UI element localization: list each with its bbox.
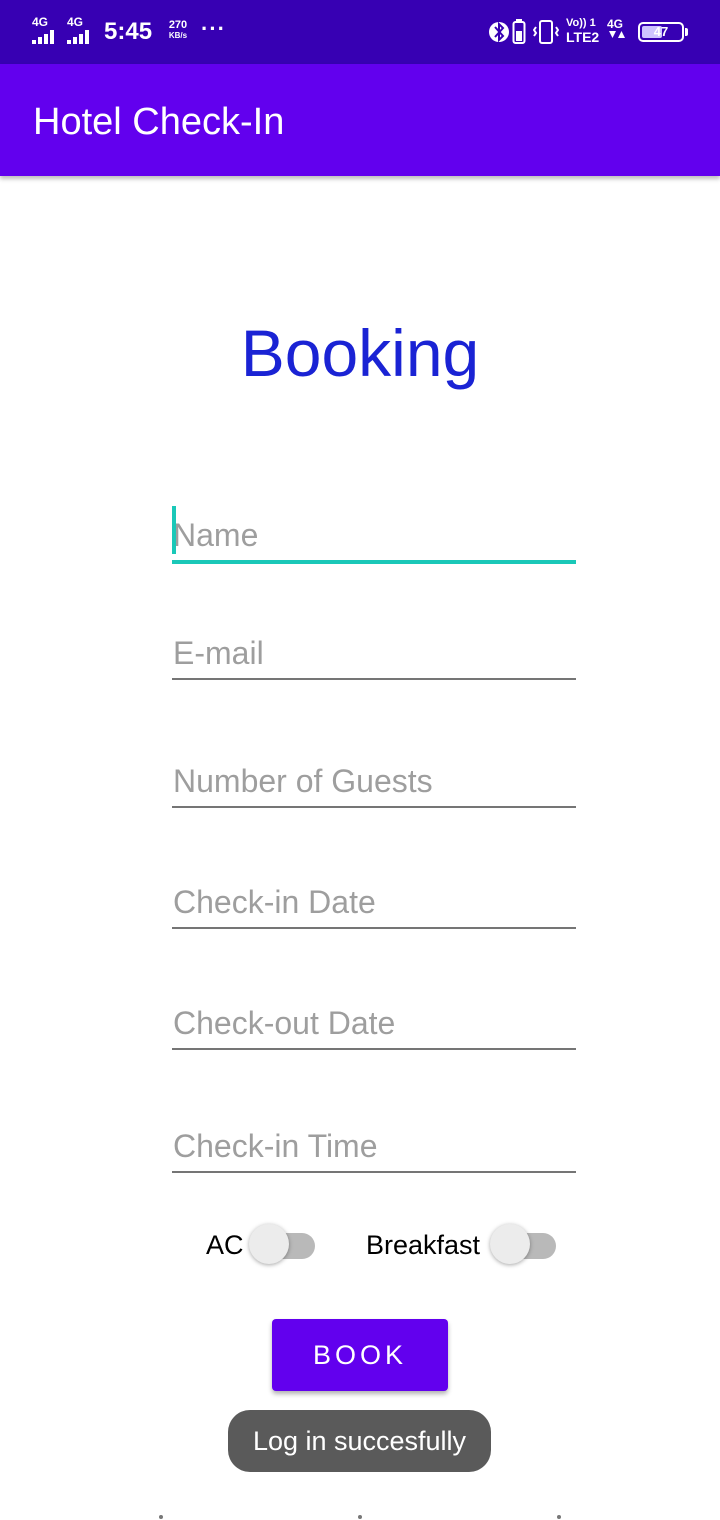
volte-label: Vo)) 1 [566,17,596,29]
email-field-placeholder: E-mail [173,635,264,671]
checkin-time-field-underline [172,1171,576,1173]
network-speed-value: 270 [168,19,188,31]
ac-switch[interactable] [249,1224,317,1268]
email-field-underline [172,678,576,680]
status-bar: 4G 4G 5:45 270 KB/s ··· Vo)) 1 LTE2 4G 4… [0,0,720,64]
app-title: Hotel Check-In [33,101,285,143]
breakfast-switch-thumb[interactable] [490,1224,530,1264]
guests-field[interactable]: Number of Guests [172,756,576,810]
nav-home-hint[interactable] [358,1515,362,1519]
text-cursor [172,506,176,554]
more-notifications-icon: ··· [201,16,226,41]
checkin-date-field-placeholder: Check-in Date [173,884,376,920]
breakfast-switch-label: Breakfast [366,1230,481,1260]
name-field[interactable]: Name [172,506,576,566]
status-time: 5:45 [104,18,153,45]
sim1-network-label: 4G [32,15,49,29]
network-speed: 270 KB/s [163,19,193,41]
volte-indicator: Vo)) 1 LTE2 [566,17,600,46]
nav-back-hint[interactable] [159,1515,163,1519]
vibrate-icon [533,20,559,44]
name-field-underline [172,560,576,564]
toast-message: Log in succesfully [228,1410,491,1472]
bluetooth-icon [489,21,509,43]
guests-field-placeholder: Number of Guests [173,763,433,799]
battery-level: 47 [653,24,669,39]
breakfast-switch[interactable] [490,1224,558,1268]
checkin-date-field[interactable]: Check-in Date [172,877,576,931]
checkin-time-field-placeholder: Check-in Time [173,1128,378,1164]
data-network-indicator: 4G [607,18,627,42]
book-button[interactable]: BOOK [272,1319,448,1391]
ac-switch-thumb[interactable] [249,1224,289,1264]
battery-saver-icon [512,19,526,44]
network-speed-unit: KB/s [168,31,188,40]
lte-label: LTE2 [566,29,600,45]
page-title: Booking [240,316,480,390]
name-field-placeholder: Name [173,517,259,553]
checkin-time-field[interactable]: Check-in Time [172,1121,576,1175]
data-arrows-icon [609,31,625,38]
email-field[interactable]: E-mail [172,628,576,682]
guests-field-underline [172,806,576,808]
ac-switch-label: AC [206,1230,244,1260]
checkout-date-field[interactable]: Check-out Date [172,998,576,1052]
checkout-date-field-placeholder: Check-out Date [173,1005,396,1041]
battery-icon: 47 [638,22,684,42]
checkin-date-field-underline [172,927,576,929]
battery-tip [685,28,688,36]
data-network-label: 4G [607,17,624,31]
sim2-network-label: 4G [67,15,84,29]
checkout-date-field-underline [172,1048,576,1050]
nav-recents-hint[interactable] [557,1515,561,1519]
app-bar: Hotel Check-In [0,64,720,176]
